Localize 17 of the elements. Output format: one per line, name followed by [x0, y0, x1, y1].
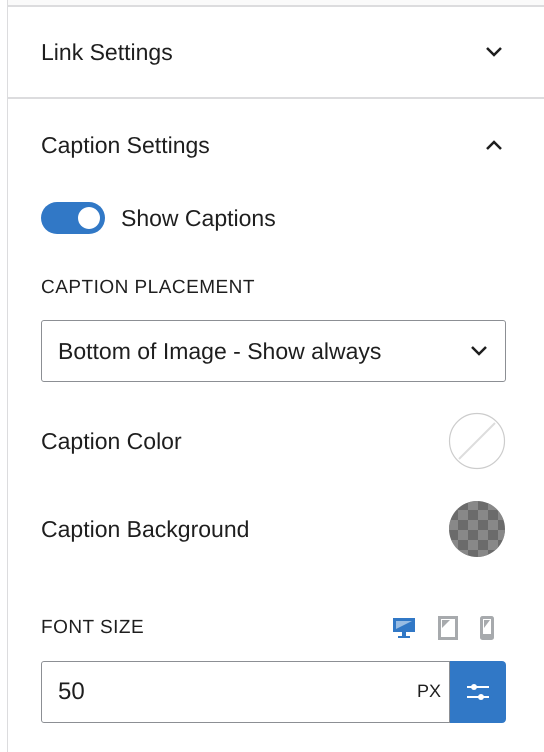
mobile-icon[interactable]: [480, 616, 494, 640]
field-label: FONT SIZE: [41, 616, 144, 640]
chevron-down-icon: [469, 345, 489, 357]
field-label: CAPTION PLACEMENT: [41, 276, 256, 300]
color-label: Caption Background: [41, 514, 250, 544]
toggle-label: Show Captions: [121, 204, 276, 233]
panel-header[interactable]: Link Settings: [8, 7, 544, 99]
panel-header[interactable]: Caption Settings: [8, 99, 544, 191]
desktop-icon[interactable]: [392, 616, 416, 640]
tablet-icon[interactable]: [438, 616, 458, 640]
color-label: Caption Color: [41, 426, 182, 456]
toggle-switch[interactable]: [41, 202, 105, 234]
settings-button[interactable]: [450, 660, 506, 722]
placement-select[interactable]: Bottom of Image - Show always: [41, 320, 506, 382]
sliders-icon: [466, 682, 490, 702]
font-size-input[interactable]: 50 PX: [41, 660, 450, 722]
no-color-swatch[interactable]: [448, 412, 506, 470]
